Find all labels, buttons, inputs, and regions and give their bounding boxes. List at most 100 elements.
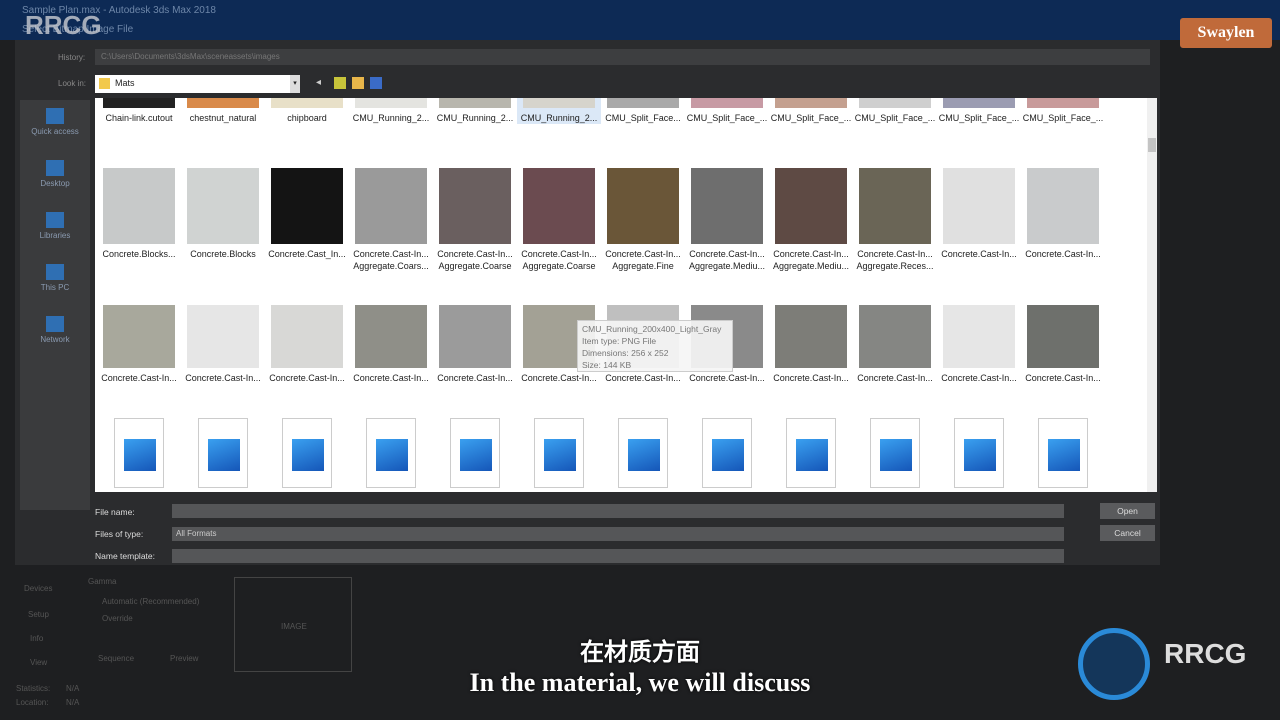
- image-file-icon: [282, 418, 332, 488]
- file-thumbnail: [691, 168, 763, 244]
- file-item[interactable]: chestnut_natural: [181, 98, 265, 124]
- chevron-down-icon[interactable]: ▾: [290, 75, 300, 93]
- file-name: Concrete.Cast-In...: [605, 249, 681, 259]
- file-item[interactable]: Concrete.Cast-In... Aggregate.Reces...: [853, 168, 937, 272]
- gamma-auto-radio[interactable]: Automatic (Recommended): [102, 597, 199, 606]
- file-item[interactable]: Concrete.Blocks: [181, 168, 265, 260]
- file-item[interactable]: Concrete.Cast-In...: [937, 168, 1021, 260]
- file-thumbnail: [439, 98, 511, 108]
- file-name: CMU_Split_Face_...: [686, 113, 768, 123]
- file-name: Concrete.Cast-In...: [101, 373, 177, 383]
- file-name: Concrete.Cast-In...: [437, 249, 513, 259]
- file-item[interactable]: Concrete.Cast-In... Aggregate.Coarse: [433, 168, 517, 272]
- file-name: Concrete.Cast-In...: [941, 373, 1017, 383]
- file-item[interactable]: [769, 418, 853, 488]
- file-item[interactable]: CMU_Running_2...: [517, 98, 601, 124]
- file-item[interactable]: [97, 418, 181, 488]
- file-item[interactable]: Concrete.Cast-In...: [265, 293, 349, 384]
- file-item[interactable]: CMU_Split_Face_...: [769, 98, 853, 124]
- name-template-dropdown[interactable]: [172, 549, 1064, 563]
- file-item[interactable]: CMU_Split_Face_...: [853, 98, 937, 124]
- file-item[interactable]: [433, 418, 517, 488]
- back-icon[interactable]: ◂: [316, 77, 328, 89]
- view-menu-icon[interactable]: [370, 77, 382, 89]
- file-name-line2: Aggregate.Coarse: [522, 261, 596, 271]
- file-item[interactable]: Concrete.Cast-In...: [349, 293, 433, 384]
- file-thumbnail: [439, 168, 511, 244]
- file-item[interactable]: Concrete.Cast-In... Aggregate.Coarse: [517, 168, 601, 272]
- history-label: History:: [58, 53, 86, 62]
- file-item[interactable]: Concrete.Cast-In... Aggregate.Mediu...: [685, 168, 769, 272]
- file-item[interactable]: Concrete.Cast-In...: [433, 293, 517, 384]
- file-item[interactable]: Concrete.Cast-In...: [1021, 168, 1105, 260]
- place-label: Network: [40, 335, 70, 344]
- file-item[interactable]: [349, 418, 433, 488]
- file-item[interactable]: Concrete.Cast-In... Aggregate.Mediu...: [769, 168, 853, 272]
- file-item[interactable]: CMU_Split_Face_...: [937, 98, 1021, 124]
- file-item[interactable]: [937, 418, 1021, 488]
- devices-button[interactable]: Devices: [24, 584, 52, 593]
- file-item[interactable]: Concrete.Cast-In...: [1021, 293, 1105, 384]
- file-item[interactable]: [1021, 418, 1105, 488]
- file-item[interactable]: Concrete.Cast-In...: [97, 293, 181, 384]
- file-thumbnail: [607, 168, 679, 244]
- history-dropdown[interactable]: C:\Users\Documents\3dsMax\sceneassets\im…: [95, 49, 1150, 65]
- file-item[interactable]: Concrete.Cast-In... Aggregate.Coars...: [349, 168, 433, 272]
- file-name: Concrete.Cast-In...: [605, 373, 681, 383]
- file-item[interactable]: [265, 418, 349, 488]
- file-item[interactable]: CMU_Split_Face_...: [1021, 98, 1105, 124]
- file-item[interactable]: Concrete.Cast-In...: [937, 293, 1021, 384]
- place-network[interactable]: Network: [20, 316, 90, 344]
- open-button[interactable]: Open: [1100, 503, 1155, 519]
- file-item[interactable]: [685, 418, 769, 488]
- file-name: Concrete.Cast-In...: [857, 249, 933, 259]
- file-list[interactable]: Chain-link.cutout chestnut_natural chipboa…: [95, 98, 1147, 492]
- file-item[interactable]: CMU_Running_2...: [433, 98, 517, 124]
- scrollbar-thumb[interactable]: [1148, 138, 1156, 152]
- setup-button[interactable]: Setup: [28, 610, 49, 619]
- look-in-dropdown[interactable]: Mats ▾: [95, 75, 300, 93]
- cancel-button[interactable]: Cancel: [1100, 525, 1155, 541]
- new-folder-icon[interactable]: [352, 77, 364, 89]
- file-name: Concrete.Cast-In...: [521, 249, 597, 259]
- file-item[interactable]: Concrete.Cast_In...: [265, 168, 349, 260]
- location-label: Location:: [16, 698, 49, 707]
- file-name-input[interactable]: [172, 504, 1064, 518]
- file-thumbnail: [187, 98, 259, 108]
- file-item[interactable]: Concrete.Cast-In...: [181, 293, 265, 384]
- file-item[interactable]: Concrete.Blocks...: [97, 168, 181, 260]
- tooltip-type: Item type: PNG File: [582, 336, 657, 346]
- file-item[interactable]: Concrete.Cast-In...: [769, 293, 853, 384]
- file-thumbnail: [355, 98, 427, 108]
- file-name-line2: Aggregate.Reces...: [856, 261, 934, 271]
- up-folder-icon[interactable]: [334, 77, 346, 89]
- file-item[interactable]: [517, 418, 601, 488]
- place-computer[interactable]: This PC: [20, 264, 90, 292]
- file-thumbnail: [355, 168, 427, 244]
- gamma-override-radio[interactable]: Override: [102, 614, 133, 623]
- place-star[interactable]: Quick access: [20, 108, 90, 136]
- file-item[interactable]: [181, 418, 265, 488]
- file-item[interactable]: Chain-link.cutout: [97, 98, 181, 124]
- file-thumbnail: [187, 305, 259, 368]
- file-item[interactable]: Concrete.Cast-In... Aggregate.Fine: [601, 168, 685, 272]
- file-item[interactable]: CMU_Running_2...: [349, 98, 433, 124]
- file-item[interactable]: CMU_Split_Face_...: [685, 98, 769, 124]
- image-file-icon: [366, 418, 416, 488]
- file-name-line2: Aggregate.Mediu...: [688, 261, 766, 271]
- file-item[interactable]: [601, 418, 685, 488]
- scrollbar[interactable]: [1147, 98, 1157, 492]
- file-thumbnail: [775, 168, 847, 244]
- place-desktop[interactable]: Desktop: [20, 160, 90, 188]
- file-name-line2: Aggregate.Fine: [612, 261, 674, 271]
- place-libraries[interactable]: Libraries: [20, 212, 90, 240]
- file-thumbnail: [187, 168, 259, 244]
- file-name: Concrete.Cast-In...: [269, 373, 345, 383]
- file-item[interactable]: chipboard: [265, 98, 349, 124]
- file-type-dropdown[interactable]: All Formats: [172, 527, 1064, 541]
- file-item[interactable]: Concrete.Cast-In...: [853, 293, 937, 384]
- file-item[interactable]: [853, 418, 937, 488]
- file-item[interactable]: CMU_Split_Face...: [601, 98, 685, 124]
- image-file-icon: [870, 418, 920, 488]
- desktop-icon: [46, 160, 64, 176]
